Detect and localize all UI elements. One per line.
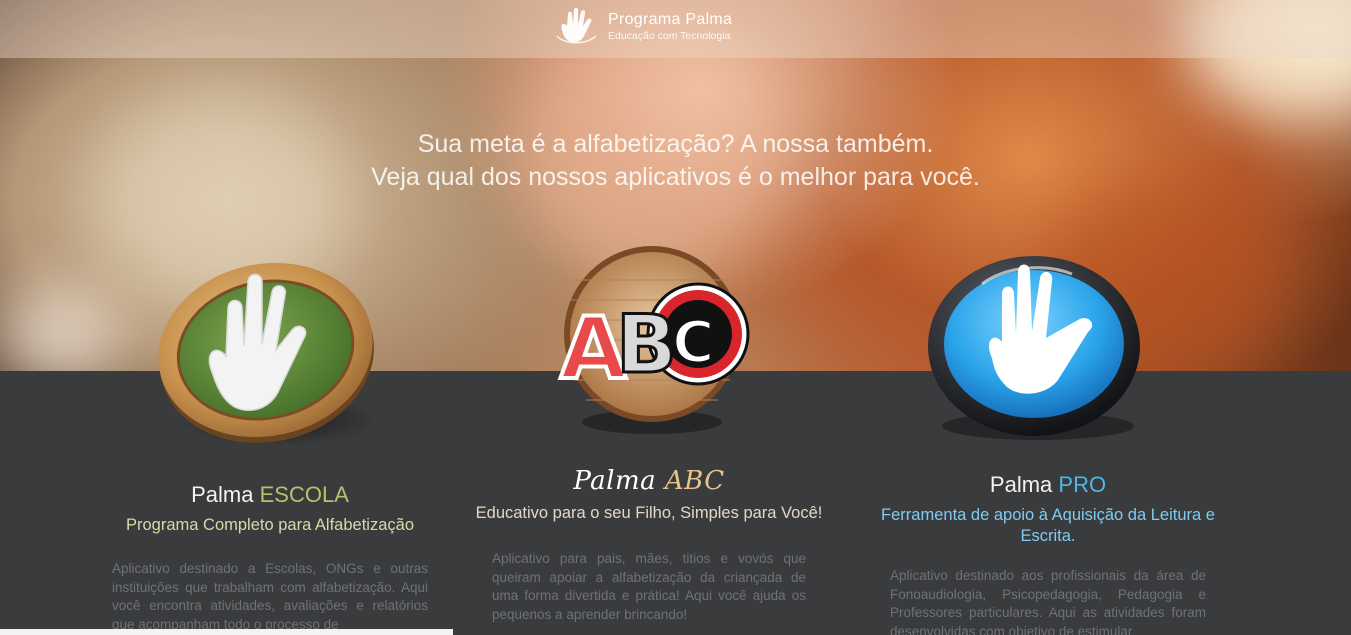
top-nav-bar: Programa Palma Educação com Tecnologia bbox=[0, 0, 1351, 58]
headline-line-1: Sua meta é a alfabetização? A nossa tamb… bbox=[417, 130, 934, 158]
product-description: Aplicativo destinado aos profissionais d… bbox=[890, 568, 1206, 635]
product-tagline: Ferramenta de apoio à Aquisição da Leitu… bbox=[881, 506, 1215, 545]
product-card-abc: Palma ABC Educativo para o seu Filho, Si… bbox=[466, 466, 832, 624]
product-title-prefix: Palma bbox=[573, 466, 657, 496]
brand-subtitle: Educação com Tecnologia bbox=[608, 29, 731, 42]
product-title-accent: ABC bbox=[664, 466, 725, 496]
product-tagline: Educativo para o seu Filho, Simples para… bbox=[475, 504, 823, 522]
product-title-prefix: Palma bbox=[191, 482, 254, 507]
product-card-pro: Palma PRO Ferramenta de apoio à Aquisiçã… bbox=[866, 472, 1230, 635]
product-title-accent: PRO bbox=[1058, 472, 1107, 497]
svg-text:C: C bbox=[672, 308, 715, 376]
palma-pro-logo[interactable] bbox=[922, 248, 1148, 444]
hero-glow bbox=[0, 290, 120, 371]
product-title-accent: ESCOLA bbox=[259, 482, 349, 507]
product-description: Aplicativo destinado a Escolas, ONGs e o… bbox=[112, 561, 428, 632]
palma-escola-logo[interactable] bbox=[150, 252, 382, 452]
product-title[interactable]: Palma PRO bbox=[866, 472, 1230, 498]
brand-title: Programa Palma bbox=[608, 10, 733, 28]
product-tagline: Programa Completo para Alfabetização bbox=[126, 516, 414, 534]
palm-hand-icon bbox=[556, 7, 597, 44]
brand-text: Programa Palma Educação com Tecnologia bbox=[608, 11, 732, 42]
product-title-prefix: Palma bbox=[989, 472, 1053, 497]
headline-line-2: Veja qual dos nossos aplicativos é o mel… bbox=[371, 163, 980, 191]
product-description: Aplicativo para pais, mães, titios e vov… bbox=[492, 551, 806, 622]
product-title[interactable]: Palma ESCOLA bbox=[110, 482, 430, 508]
hero-headline: Sua meta é a alfabetização? A nossa tamb… bbox=[0, 128, 1351, 194]
brand-link[interactable]: Programa Palma Educação com Tecnologia bbox=[554, 6, 732, 46]
product-title[interactable]: Palma ABC bbox=[466, 466, 832, 496]
bottom-strip bbox=[0, 629, 453, 635]
palma-abc-logo[interactable]: A B C bbox=[546, 240, 756, 436]
product-card-escola: Palma ESCOLA Programa Completo para Alfa… bbox=[110, 482, 430, 634]
svg-text:B: B bbox=[616, 298, 677, 391]
